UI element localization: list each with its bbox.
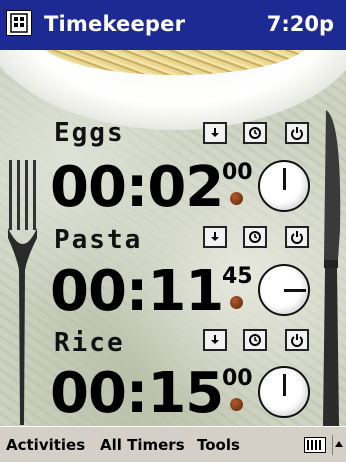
clock[interactable]: 7:20p xyxy=(267,12,334,36)
timer-set-button[interactable] xyxy=(243,226,267,248)
dial-hand xyxy=(283,168,286,190)
power-icon xyxy=(291,334,303,347)
timer-icon xyxy=(249,231,261,243)
timer-power-button[interactable] xyxy=(285,329,309,351)
timer-led xyxy=(230,398,243,411)
timer-dial[interactable] xyxy=(258,264,310,316)
timer-hundredths: 00 xyxy=(222,160,253,185)
down-arrow-icon xyxy=(211,128,219,137)
sip-up-arrow-icon[interactable] xyxy=(332,435,345,455)
power-icon xyxy=(291,127,303,140)
timer-time: 00:11 xyxy=(50,259,224,324)
timer-led xyxy=(230,296,243,309)
timer-power-button[interactable] xyxy=(285,122,309,144)
fork-icon xyxy=(8,160,37,425)
timer-power-button[interactable] xyxy=(285,226,309,248)
keyboard-icon[interactable] xyxy=(304,437,326,453)
timer-set-button[interactable] xyxy=(243,329,267,351)
down-arrow-icon xyxy=(211,232,219,241)
timer-label: Pasta xyxy=(54,225,143,255)
timer-menu-button[interactable] xyxy=(203,122,227,144)
timer-label: Rice xyxy=(54,328,125,358)
title-bar: Timekeeper 7:20p xyxy=(0,0,346,50)
menu-bar: Activities All Timers Tools xyxy=(0,426,346,462)
timer-label: Eggs xyxy=(54,118,125,148)
timer-menu-button[interactable] xyxy=(203,226,227,248)
timer-hundredths: 00 xyxy=(222,366,253,391)
timer-icon xyxy=(249,334,261,346)
timekeeper-screen: Timekeeper 7:20p Eggs 00:02 00 Pasta 00:… xyxy=(0,0,346,462)
timer-dial[interactable] xyxy=(258,366,310,418)
timer-icon xyxy=(249,127,261,139)
menu-tools[interactable]: Tools xyxy=(197,436,240,454)
timer-led xyxy=(230,192,243,205)
timer-hundredths: 45 xyxy=(222,264,253,289)
menu-activities[interactable]: Activities xyxy=(6,436,85,454)
knife-icon xyxy=(323,110,341,426)
menu-all-timers[interactable]: All Timers xyxy=(100,436,185,454)
timer-time: 00:15 xyxy=(50,361,224,426)
timer-menu-button[interactable] xyxy=(203,329,227,351)
timer-time: 00:02 xyxy=(50,155,224,220)
dial-hand xyxy=(284,289,306,292)
start-menu-icon[interactable] xyxy=(6,10,32,36)
power-icon xyxy=(291,231,303,244)
down-arrow-icon xyxy=(211,335,219,344)
timer-set-button[interactable] xyxy=(243,122,267,144)
app-title: Timekeeper xyxy=(44,12,186,36)
timer-dial[interactable] xyxy=(258,160,310,212)
dial-hand xyxy=(283,374,286,396)
